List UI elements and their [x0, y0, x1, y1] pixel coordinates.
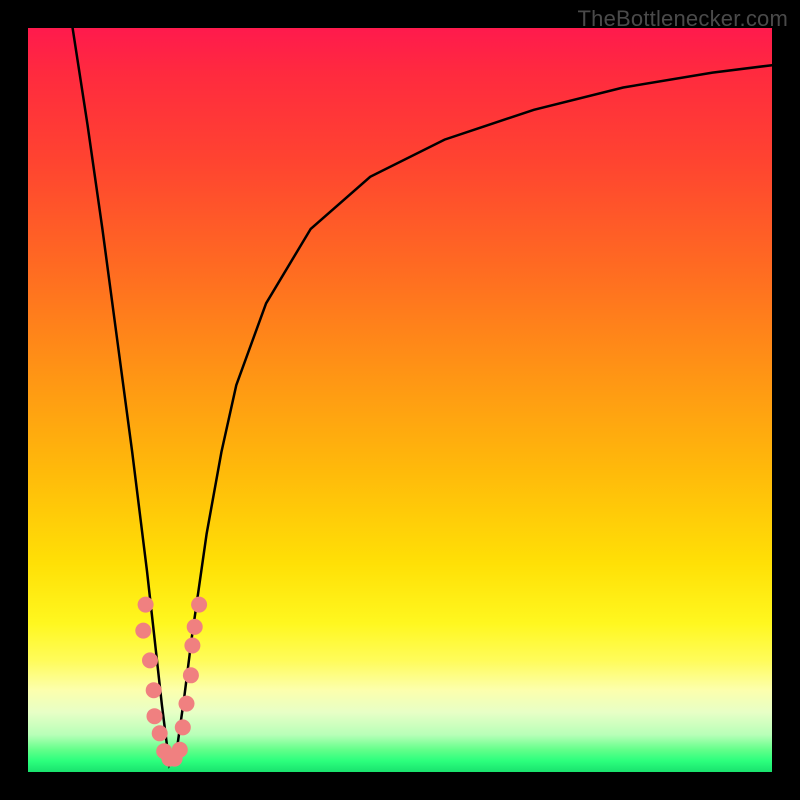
plot-area [28, 28, 772, 772]
highlight-marker [142, 652, 158, 668]
highlight-marker [179, 696, 195, 712]
highlight-marker [147, 708, 163, 724]
highlight-marker [146, 682, 162, 698]
curve-layer [28, 28, 772, 772]
bottleneck-curve-path [73, 28, 772, 765]
chart-frame: TheBottlenecker.com [0, 0, 800, 800]
highlight-marker [184, 638, 200, 654]
highlight-marker [191, 597, 207, 613]
highlight-marker [135, 623, 151, 639]
highlight-marker [187, 619, 203, 635]
highlight-marker [175, 719, 191, 735]
attribution-watermark: TheBottlenecker.com [578, 6, 788, 32]
highlight-marker [183, 667, 199, 683]
highlight-marker [172, 742, 188, 758]
highlight-marker [152, 725, 168, 741]
highlight-cluster [135, 597, 207, 767]
bottleneck-curve [73, 28, 772, 765]
highlight-marker [138, 597, 154, 613]
